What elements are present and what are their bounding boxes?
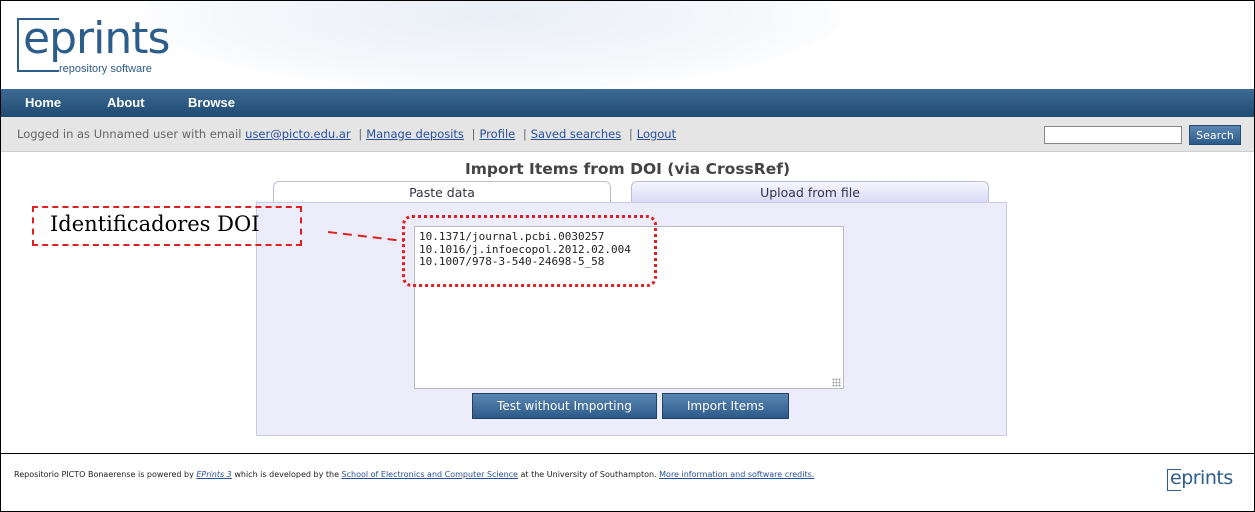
school-link[interactable]: School of Electronics and Computer Scien… [342,470,518,479]
profile-link[interactable]: Profile [479,127,515,141]
annotation-connector [327,231,405,242]
search-button[interactable]: Search [1189,125,1241,145]
login-prefix: Logged in as Unnamed user with email [17,127,242,141]
footer-credits: Repositorio PICTO Bonaerense is powered … [14,470,814,479]
import-items-button[interactable]: Import Items [662,393,789,419]
page-title: Import Items from DOI (via CrossRef) [464,160,791,178]
footer-eprints-logo[interactable]: eprints [1166,466,1246,494]
separator: | [522,127,527,141]
separator: | [358,127,363,141]
user-email-link[interactable]: user@picto.edu.ar [245,127,351,141]
nav-browse[interactable]: Browse [188,95,235,110]
site-header: eprints repository software [1,1,1254,89]
footer-divider [1,453,1254,454]
main-nav: Home About Browse [1,89,1254,117]
login-bar: Logged in as Unnamed user with email use… [1,117,1254,152]
logo-subtitle: repository software [59,63,152,75]
footer-text-3: at the University of Southampton. [520,470,657,479]
login-info: Logged in as Unnamed user with email use… [17,127,676,141]
separator: | [628,127,633,141]
logout-link[interactable]: Logout [637,127,676,141]
nav-about[interactable]: About [107,95,145,110]
eprints-logo[interactable]: eprints repository software [17,13,177,79]
logo-text: eprints [23,13,170,64]
search-input[interactable] [1044,126,1182,144]
manage-deposits-link[interactable]: Manage deposits [366,127,464,141]
resize-grip-icon[interactable] [832,378,841,387]
footer-text-1: Repositorio PICTO Bonaerense is powered … [14,470,194,479]
footer-logo-text: eprints [1170,467,1233,489]
separator: | [471,127,476,141]
header-decoration [141,1,841,89]
annotation-label: Identificadores DOI [50,212,260,236]
credits-link[interactable]: More information and software credits. [659,470,814,479]
test-without-importing-button[interactable]: Test without Importing [472,393,657,419]
annotation-highlight-box [402,215,657,287]
saved-searches-link[interactable]: Saved searches [531,127,621,141]
nav-home[interactable]: Home [25,95,61,110]
eprints-link[interactable]: EPrints 3 [196,470,231,479]
footer-text-2: which is developed by the [234,470,339,479]
